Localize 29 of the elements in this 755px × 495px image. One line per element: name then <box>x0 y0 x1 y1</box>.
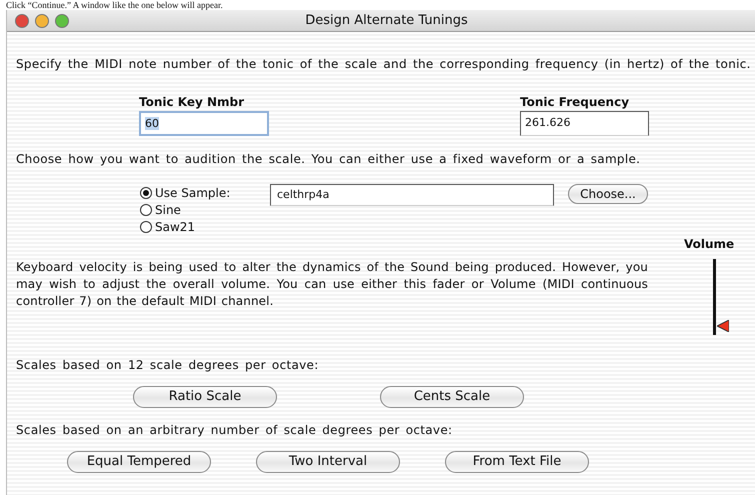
sample-field[interactable]: celthrp4a <box>270 184 554 206</box>
text-field[interactable]: 60 <box>139 111 269 136</box>
scale-button[interactable]: From Text File <box>445 451 589 473</box>
volume-label: Volume <box>684 236 734 253</box>
radio-button[interactable] <box>140 204 152 216</box>
instruction-text: Specify the MIDI note number of the tonic of the scale and the corresponding frequency (in hertz) of the tonic. <box>16 56 752 73</box>
window-title: Design Alternate Tunings <box>305 12 468 30</box>
radio-label[interactable]: Sine <box>155 200 181 218</box>
instruction-text: Choose how you want to audition the scale. You can either use a fixed waveform or a sample. <box>16 151 642 168</box>
instruction-text: Keyboard velocity is being used to alter the dynamics of the Sound being produced. However, you may wish to adjust the overall volume. You can use either this fader or Volume (MIDI continuous controller 7) on the default MIDI channel. <box>16 259 648 310</box>
radio-label[interactable]: Saw21 <box>155 218 196 236</box>
choose-button[interactable]: Choose... <box>568 184 648 204</box>
zoom-button[interactable] <box>55 14 69 28</box>
instruction-text: Scales based on 12 scale degrees per octave: <box>16 357 320 374</box>
instruction-text: Scales based on an arbitrary number of scale degrees per octave: <box>16 422 454 439</box>
fader-thumb[interactable] <box>716 320 729 332</box>
radio-button[interactable] <box>140 186 152 198</box>
radio-label[interactable]: Use Sample: <box>155 184 230 202</box>
field-label: Tonic Key Nmbr <box>139 94 246 111</box>
text-field[interactable]: 261.626 <box>520 111 649 136</box>
scale-button[interactable]: Ratio Scale <box>133 386 277 408</box>
caption-text: Click “Continue.” A window like the one below will appear. <box>6 0 223 10</box>
close-button[interactable] <box>15 14 29 28</box>
minimize-button[interactable] <box>35 14 49 28</box>
scale-button[interactable]: Equal Tempered <box>67 451 211 473</box>
field-label: Tonic Frequency <box>520 94 630 111</box>
scale-button[interactable]: Cents Scale <box>380 386 524 408</box>
scale-button[interactable]: Two Interval <box>256 451 400 473</box>
radio-button[interactable] <box>140 220 152 232</box>
